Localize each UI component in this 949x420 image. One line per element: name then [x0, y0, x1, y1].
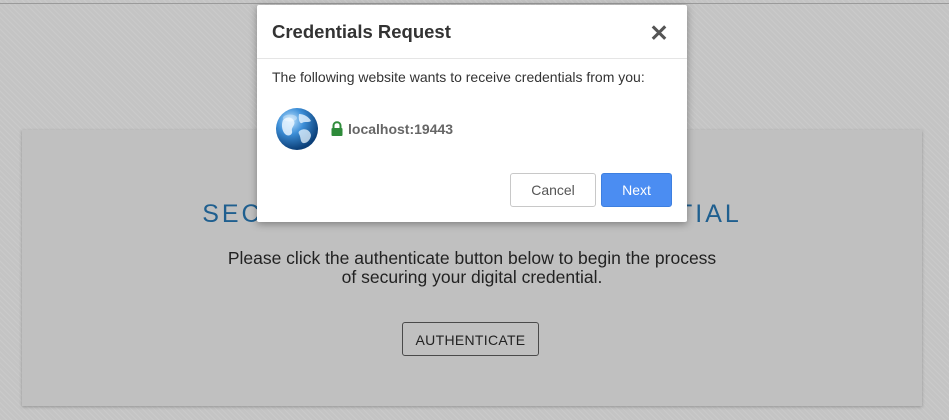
close-icon[interactable]: ✕ [646, 20, 672, 46]
lock-icon [330, 121, 344, 137]
card-description: Please click the authenticate button bel… [227, 248, 717, 287]
cancel-button[interactable]: Cancel [510, 173, 596, 207]
dialog-message: The following website wants to receive c… [272, 69, 645, 85]
next-button[interactable]: Next [601, 173, 672, 207]
dialog-title: Credentials Request [272, 21, 451, 42]
credentials-request-dialog: Credentials Request ✕ The following webs… [257, 5, 687, 222]
top-divider [0, 3, 949, 4]
dialog-header: Credentials Request ✕ [257, 5, 687, 59]
page-background: { "page": { "card_title": "SECURE YOUR D… [0, 0, 949, 420]
site-host: localhost:19443 [348, 121, 454, 137]
globe-icon [274, 106, 320, 152]
authenticate-button[interactable]: AUTHENTICATE [402, 322, 539, 356]
